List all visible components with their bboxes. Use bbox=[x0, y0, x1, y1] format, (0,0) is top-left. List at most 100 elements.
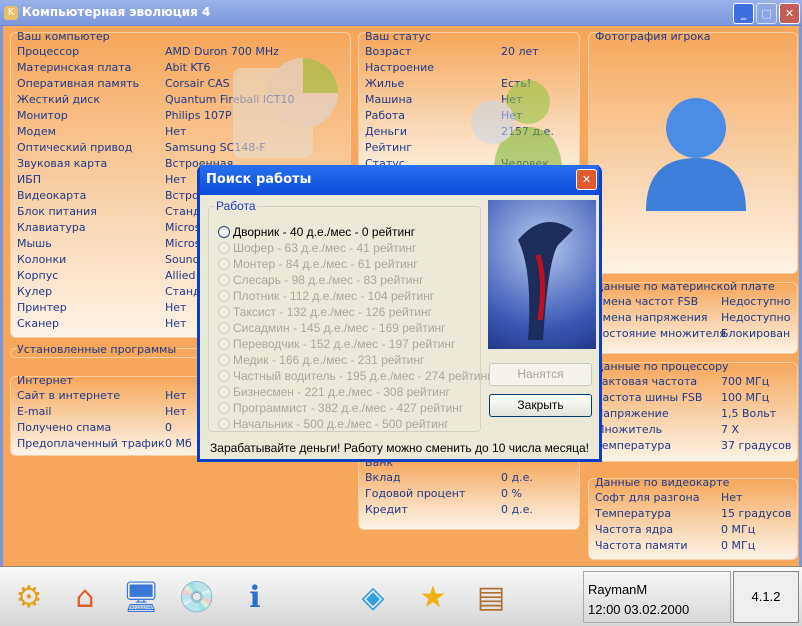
radio-icon bbox=[218, 418, 230, 430]
row-label: Клавиатура bbox=[17, 221, 86, 234]
cpu-panel: Данные по процессору Тактовая частота 700 … bbox=[588, 360, 798, 462]
app-icon: K bbox=[4, 6, 18, 20]
job-label: Программист - 382 д.е./мес - 427 рейтинг bbox=[233, 401, 464, 415]
minimize-button[interactable]: _ bbox=[733, 3, 754, 24]
row-value: Corsair CAS bbox=[165, 77, 230, 90]
hire-button[interactable]: Нанятся bbox=[489, 363, 592, 386]
job-option[interactable]: Программист - 382 д.е./мес - 427 рейтинг bbox=[218, 401, 463, 417]
row-value: Нет bbox=[165, 301, 187, 314]
close-button[interactable]: ✕ bbox=[779, 3, 800, 24]
info-row: Множитель 7 X bbox=[595, 423, 739, 439]
info-row: Процессор AMD Duron 700 MHz bbox=[17, 45, 279, 61]
job-label: Дворник - 40 д.е./мес - 0 рейтинг bbox=[233, 225, 416, 239]
info-row: Смена напряжения Недоступно bbox=[595, 311, 790, 327]
row-label: Модем bbox=[17, 125, 56, 138]
job-option[interactable]: Частный водитель - 195 д.е./мес - 274 ре… bbox=[218, 369, 492, 385]
maximize-button[interactable]: □ bbox=[756, 3, 777, 24]
row-label: Частота шины FSB bbox=[595, 391, 703, 404]
job-option[interactable]: Слесарь - 98 д.е./мес - 83 рейтинг bbox=[218, 273, 424, 289]
job-label: Переводчик - 152 д.е./мес - 197 рейтинг bbox=[233, 337, 456, 351]
row-label: Работа bbox=[365, 109, 406, 122]
row-label: Машина bbox=[365, 93, 413, 106]
video-panel: Данные по видеокарте Софт для разгона Нет Т… bbox=[588, 476, 798, 560]
info-row: Годовой процент 0 % bbox=[365, 487, 522, 503]
cubes-icon[interactable]: ◈ bbox=[352, 577, 394, 619]
job-label: Начальник - 500 д.е./мес - 500 рейтинг bbox=[233, 417, 449, 431]
home-icon[interactable]: ⌂ bbox=[64, 577, 106, 619]
job-option[interactable]: Начальник - 500 д.е./мес - 500 рейтинг bbox=[218, 417, 449, 433]
kde-menu-icon[interactable]: ⚙ bbox=[8, 577, 50, 619]
job-option[interactable]: Шофер - 63 д.е./мес - 41 рейтинг bbox=[218, 241, 416, 257]
radio-icon bbox=[218, 242, 230, 254]
row-label: Корпус bbox=[17, 269, 59, 282]
job-option[interactable]: Переводчик - 152 д.е./мес - 197 рейтинг bbox=[218, 337, 455, 353]
username: RaymanM bbox=[588, 582, 648, 597]
row-label: Температура bbox=[595, 439, 672, 452]
info-row: Блок питанияСтандартный bbox=[17, 205, 244, 221]
info-row: ЖильеЕсть! bbox=[365, 77, 531, 93]
radio-icon bbox=[218, 338, 230, 350]
row-label: Жесткий диск bbox=[17, 93, 100, 106]
row-value: Philips 107P bbox=[165, 109, 232, 122]
info-row: Звуковая карта Встроенная bbox=[17, 157, 233, 173]
hardware-info-icon[interactable]: ℹ bbox=[234, 577, 276, 619]
group-label: Работа bbox=[215, 199, 257, 213]
taskbar: ⚙ ⌂ 🖥 💿 ℹ ◈ ★ ▤ RaymanM 12:00 03.02.2000 4.1.2 bbox=[0, 566, 802, 626]
player-avatar-icon bbox=[646, 98, 746, 211]
info-row: РаботаНет bbox=[365, 109, 522, 125]
dialog-close-button[interactable]: ✕ bbox=[576, 169, 597, 190]
close-dialog-button[interactable]: Закрыть bbox=[489, 394, 592, 417]
job-option[interactable]: Дворник - 40 д.е./мес - 0 рейтинг bbox=[218, 225, 415, 241]
row-value: 0 МГц bbox=[721, 523, 756, 536]
job-option[interactable]: Монтер - 84 д.е./мес - 61 рейтинг bbox=[218, 257, 418, 273]
computer-icon[interactable]: 🖥 bbox=[120, 577, 162, 619]
job-option[interactable]: Медик - 166 д.е./мес - 231 рейтинг bbox=[218, 353, 424, 369]
info-row: Частота шины FSB 100 МГц bbox=[595, 391, 769, 407]
panel-title: Фотография игрока bbox=[595, 30, 711, 43]
row-value: 20 лет bbox=[501, 45, 539, 58]
panel-title: Установленные программы bbox=[17, 343, 177, 356]
info-row: КолонкиSoundWave bbox=[17, 253, 230, 269]
info-row: Сканер Нет bbox=[17, 317, 186, 333]
install-icon[interactable]: 💿 bbox=[176, 577, 218, 619]
job-label: Слесарь - 98 д.е./мес - 83 рейтинг bbox=[233, 273, 424, 287]
job-groupbox: Работа Дворник - 40 д.е./мес - 0 рейтинг Ш… bbox=[208, 199, 492, 433]
photo-panel: Фотография игрока bbox=[588, 30, 798, 274]
row-label: Кредит bbox=[365, 503, 408, 516]
info-row: Сайт в интернете Нет bbox=[17, 389, 186, 405]
job-option[interactable]: Бизнесмен - 221 д.е./мес - 308 рейтинг bbox=[218, 385, 450, 401]
job-option[interactable]: Таксист - 132 д.е./мес - 126 рейтинг bbox=[218, 305, 432, 321]
info-row: Тактовая частота 700 МГц bbox=[595, 375, 769, 391]
info-row: Настроение bbox=[365, 61, 434, 77]
user-info: RaymanM 12:00 03.02.2000 bbox=[583, 571, 731, 623]
row-label: Температура bbox=[595, 507, 672, 520]
row-value: Нет bbox=[165, 405, 187, 418]
info-row: Жесткий диск Quantum Fireball ICT10 bbox=[17, 93, 294, 109]
row-value: Нет bbox=[165, 125, 187, 138]
radio-icon bbox=[218, 306, 230, 318]
harddisk-chart-icon bbox=[233, 58, 338, 158]
radio-icon bbox=[218, 370, 230, 382]
row-label: Сканер bbox=[17, 317, 60, 330]
wallet-icon[interactable]: ▤ bbox=[470, 577, 512, 619]
info-row: Оптический привод Samsung SC148-F bbox=[17, 141, 266, 157]
motherboard-panel: Данные по материнской плате Смена частот … bbox=[588, 280, 798, 354]
job-label: Сисадмин - 145 д.е./мес - 169 рейтинг bbox=[233, 321, 446, 335]
row-label: Деньги bbox=[365, 125, 407, 138]
job-option[interactable]: Плотник - 112 д.е./мес - 104 рейтинг bbox=[218, 289, 434, 305]
row-label: Принтер bbox=[17, 301, 67, 314]
row-label: Годовой процент bbox=[365, 487, 466, 500]
panel-title: Данные по процессору bbox=[595, 360, 729, 373]
job-label: Плотник - 112 д.е./мес - 104 рейтинг bbox=[233, 289, 435, 303]
job-label: Таксист - 132 д.е./мес - 126 рейтинг bbox=[233, 305, 432, 319]
row-label: Рейтинг bbox=[365, 141, 413, 154]
row-label: Мышь bbox=[17, 237, 52, 250]
info-row: Смена частот FSB Недоступно bbox=[595, 295, 790, 311]
info-row: Мышь Microsoft bbox=[17, 237, 215, 253]
row-label: Процессор bbox=[17, 45, 80, 58]
info-row: Принтер Нет bbox=[17, 301, 186, 317]
star-icon[interactable]: ★ bbox=[412, 577, 454, 619]
radio-icon bbox=[218, 354, 230, 366]
job-option[interactable]: Сисадмин - 145 д.е./мес - 169 рейтинг bbox=[218, 321, 446, 337]
title-bar: K Компьютерная эволюция 4 _ □ ✕ bbox=[0, 0, 802, 26]
